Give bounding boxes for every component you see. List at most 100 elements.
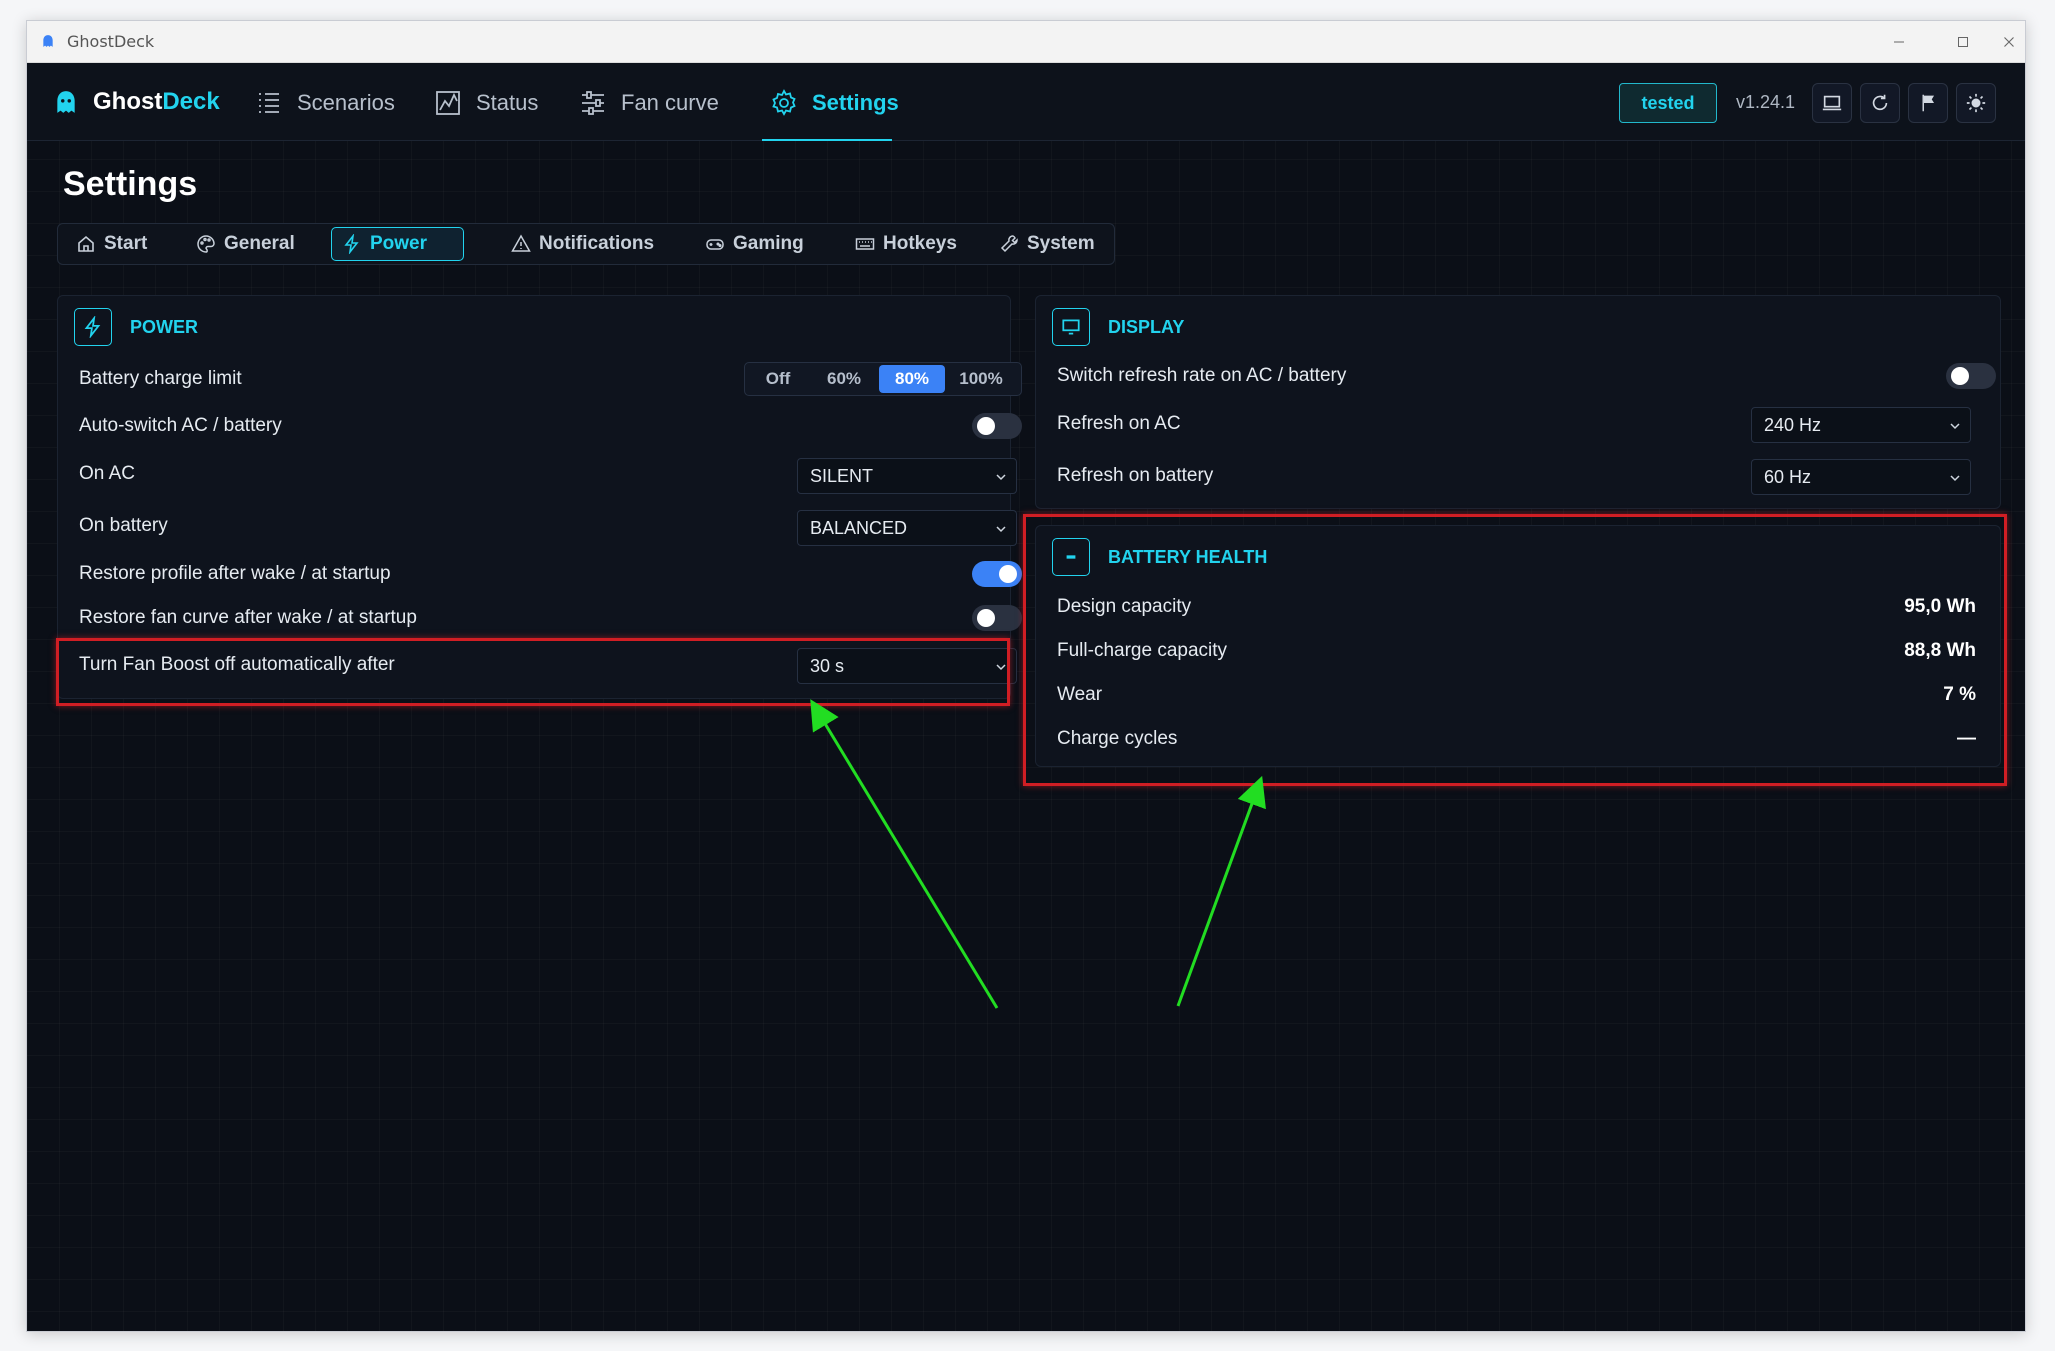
tab-gaming[interactable]: Gaming — [695, 227, 814, 261]
chevron-down-icon — [996, 474, 1006, 481]
charge-limit-60[interactable]: 60% — [811, 365, 877, 393]
minimize-icon — [1894, 41, 1904, 43]
design-capacity-value: 95,0 Wh — [1904, 596, 1976, 617]
restore-fan-label: Restore fan curve after wake / at startu… — [79, 607, 417, 628]
palette-icon — [197, 235, 215, 253]
charge-limit-80[interactable]: 80% — [879, 365, 945, 393]
tab-label: Notifications — [539, 233, 655, 254]
auto-switch-label: Auto-switch AC / battery — [79, 415, 282, 436]
title-bar: GhostDeck — [27, 21, 2025, 63]
tab-hotkeys[interactable]: Hotkeys — [845, 227, 967, 261]
nav-label: Status — [476, 90, 539, 115]
nav-label: Fan curve — [621, 90, 719, 115]
chevron-down-icon — [996, 664, 1006, 671]
flag-button[interactable] — [1908, 83, 1948, 123]
list-icon — [259, 93, 279, 113]
charge-limit-label: Battery charge limit — [79, 368, 242, 389]
on-battery-select[interactable]: BALANCED — [797, 510, 1017, 546]
refresh-button[interactable] — [1860, 83, 1900, 123]
tab-system[interactable]: System — [989, 227, 1105, 261]
app-window: GhostDeck GhostDeck Scenarios Status Fan… — [26, 20, 2026, 1332]
tab-general[interactable]: General — [186, 227, 305, 261]
fan-boost-label: Turn Fan Boost off automatically after — [79, 654, 395, 675]
tab-label: General — [224, 233, 295, 254]
on-ac-label: On AC — [79, 463, 135, 484]
on-battery-value: BALANCED — [810, 518, 908, 538]
nav-fan-curve[interactable]: Fan curve — [579, 86, 719, 120]
tab-notifications[interactable]: Notifications — [501, 227, 664, 261]
auto-switch-toggle[interactable] — [972, 413, 1022, 439]
laptop-icon — [1822, 95, 1842, 111]
power-card: POWER Battery charge limit Off 60% 80% 1… — [57, 295, 1022, 699]
gamepad-icon — [706, 239, 724, 250]
charge-cycles-label: Charge cycles — [1057, 728, 1178, 749]
fan-boost-select[interactable]: 30 s — [797, 648, 1017, 684]
power-card-header: POWER — [74, 308, 198, 346]
bolt-icon — [344, 234, 359, 254]
version-label: v1.24.1 — [1736, 92, 1796, 112]
charge-limit-off[interactable]: Off — [747, 365, 809, 393]
refresh-battery-value: 60 Hz — [1764, 467, 1812, 487]
app-content: GhostDeck Scenarios Status Fan curve Set… — [27, 63, 2025, 1331]
chevron-down-icon — [996, 526, 1006, 533]
bolt-icon — [74, 308, 112, 346]
refresh-icon — [1872, 94, 1888, 111]
power-card-title: POWER — [130, 316, 199, 337]
switch-refresh-label: Switch refresh rate on AC / battery — [1057, 365, 1347, 386]
brand-name: GhostDeck — [93, 88, 220, 115]
gear-icon — [772, 89, 796, 116]
page-title: Settings — [63, 165, 198, 203]
theme-button[interactable] — [1956, 83, 1996, 123]
nav-scenarios[interactable]: Scenarios — [255, 86, 395, 120]
full-charge-label: Full-charge capacity — [1057, 640, 1228, 661]
close-icon — [2004, 37, 2014, 47]
fan-boost-value: 30 s — [810, 656, 845, 676]
battery-card-header: BATTERY HEALTH — [1052, 538, 1267, 576]
switch-refresh-toggle[interactable] — [1946, 363, 1996, 389]
on-battery-label: On battery — [79, 515, 168, 536]
ghost-icon — [43, 35, 53, 47]
wrench-icon — [1000, 235, 1018, 253]
on-ac-value: SILENT — [810, 466, 874, 486]
ghost-logo-icon — [57, 91, 75, 113]
tab-label: Hotkeys — [883, 233, 957, 254]
tab-start[interactable]: Start — [66, 227, 157, 261]
laptop-button[interactable] — [1812, 83, 1852, 123]
refresh-ac-value: 240 Hz — [1764, 415, 1822, 435]
active-nav-indicator — [762, 139, 892, 141]
refresh-ac-select[interactable]: 240 Hz — [1751, 407, 1971, 443]
close-button-glyph[interactable] — [1979, 25, 2025, 59]
chart-icon — [436, 91, 460, 115]
design-capacity-label: Design capacity — [1057, 596, 1192, 617]
monitor-icon — [1052, 308, 1090, 346]
warning-icon — [511, 234, 531, 252]
tab-label: Gaming — [733, 233, 804, 254]
restore-fan-toggle[interactable] — [972, 605, 1022, 631]
full-charge-value: 88,8 Wh — [1904, 640, 1976, 661]
on-ac-select[interactable]: SILENT — [797, 458, 1017, 494]
nav-status[interactable]: Status — [434, 86, 538, 120]
charge-limit-selector: Off 60% 80% 100% — [744, 362, 1022, 396]
charge-limit-100[interactable]: 100% — [947, 365, 1015, 393]
settings-tabs: Start General Power Notifications Gaming… — [57, 223, 1115, 265]
chevron-down-icon — [1950, 423, 1960, 430]
nav-label: Scenarios — [297, 90, 395, 115]
tab-label: Start — [104, 233, 148, 254]
charge-cycles-value: — — [1957, 728, 1976, 749]
nav-settings[interactable]: Settings — [770, 86, 899, 120]
keyboard-icon — [855, 238, 875, 250]
tested-badge: tested — [1619, 83, 1717, 123]
chevron-down-icon — [1950, 475, 1960, 482]
tab-power[interactable]: Power — [331, 227, 464, 261]
refresh-battery-select[interactable]: 60 Hz — [1751, 459, 1971, 495]
sun-icon — [1966, 93, 1986, 113]
wear-label: Wear — [1057, 684, 1103, 705]
display-card: DISPLAY Switch refresh rate on AC / batt… — [1035, 295, 2001, 509]
flag-icon — [1922, 94, 1935, 112]
refresh-ac-label: Refresh on AC — [1057, 413, 1181, 434]
refresh-battery-label: Refresh on battery — [1057, 465, 1214, 486]
sliders-icon — [582, 91, 604, 115]
wear-value: 7 % — [1943, 684, 1976, 705]
minimize-button[interactable] — [1869, 25, 1929, 59]
restore-profile-toggle[interactable] — [972, 561, 1022, 587]
